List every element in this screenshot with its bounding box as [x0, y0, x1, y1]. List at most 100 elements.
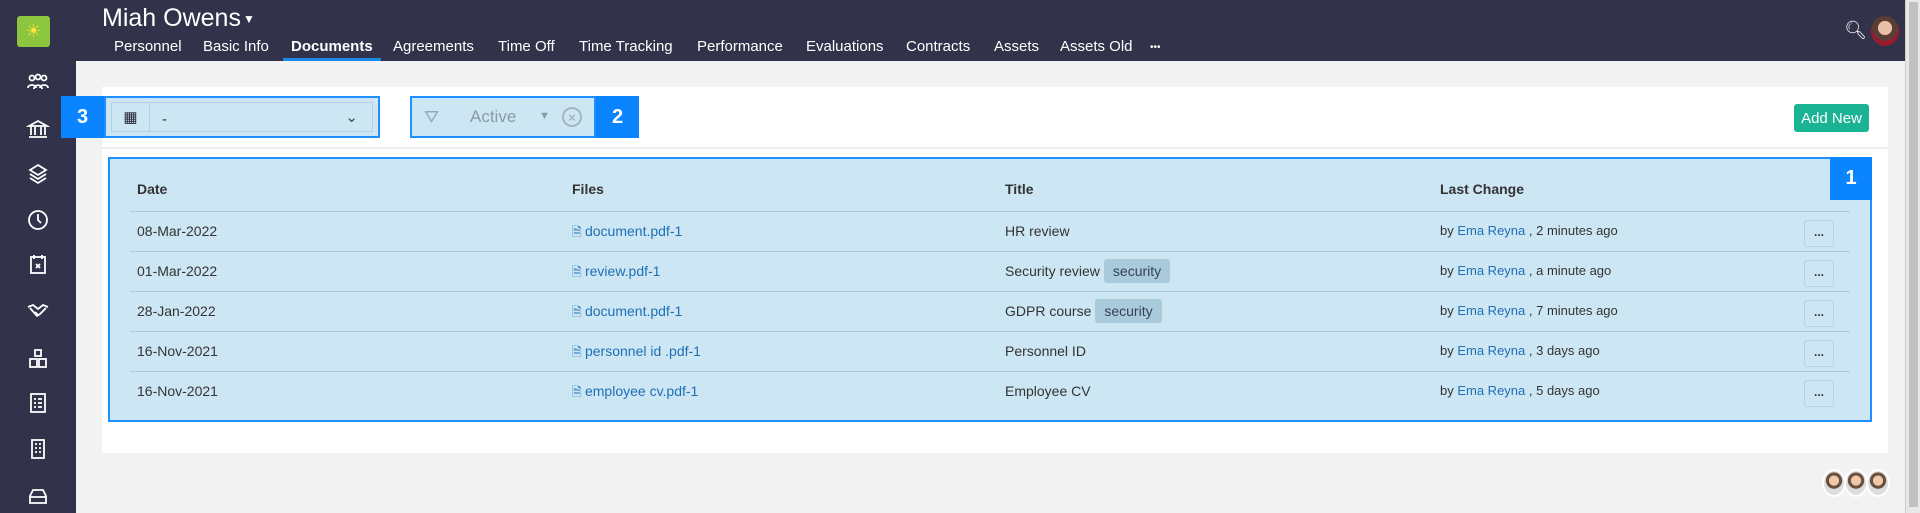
scrollbar-thumb[interactable]: [1909, 2, 1918, 507]
pdf-file-icon: 🗎︎: [572, 385, 585, 399]
file-link[interactable]: 🗎︎ employee cv.pdf-1: [572, 383, 698, 404]
by-text: by: [1440, 383, 1458, 398]
tab-contracts[interactable]: Contracts: [906, 38, 970, 61]
date-cell: 01-Mar-2022: [137, 263, 218, 279]
pdf-file-icon: 🗎︎: [572, 345, 585, 359]
caret-down-icon: ▼: [242, 12, 255, 27]
tag-badge: security: [1095, 299, 1162, 323]
avatar[interactable]: [1822, 469, 1846, 497]
file-link[interactable]: 🗎︎ document.pdf-1: [572, 303, 682, 324]
clear-filter-icon[interactable]: ×: [562, 107, 582, 127]
column-header-date[interactable]: Date: [137, 181, 167, 197]
inbox-icon[interactable]: [22, 482, 54, 510]
column-header-files[interactable]: Files: [572, 181, 604, 197]
bank-icon[interactable]: [22, 115, 54, 143]
clock-icon[interactable]: [22, 206, 54, 234]
scrollbar[interactable]: [1905, 0, 1920, 513]
row-actions-button[interactable]: ...: [1804, 300, 1834, 327]
title-text: Personnel ID: [1005, 343, 1086, 359]
title-text: GDPR course: [1005, 303, 1092, 319]
file-link[interactable]: 🗎︎ personnel id .pdf-1: [572, 343, 701, 364]
online-users[interactable]: [1822, 469, 1890, 497]
file-name: review.pdf-1: [584, 263, 661, 279]
row-actions-button[interactable]: ...: [1804, 220, 1834, 247]
divider: [102, 147, 1888, 149]
by-text: by: [1440, 263, 1458, 278]
file-name: document.pdf-1: [584, 303, 683, 319]
status-filter-value: Active: [470, 107, 517, 126]
annotation-label-2: 2: [596, 96, 639, 138]
by-text: by: [1440, 343, 1458, 358]
tab-assets[interactable]: Assets: [994, 38, 1039, 61]
date-cell: 16-Nov-2021: [137, 383, 218, 399]
handshake-icon[interactable]: [22, 297, 54, 325]
last-change-cell: by Ema Reyna , 7 minutes ago: [1440, 303, 1618, 318]
view-select-value: -: [162, 111, 167, 128]
table-row: 01-Mar-2022 🗎︎ review.pdf-1 Security rev…: [130, 251, 1850, 291]
file-name: document.pdf-1: [584, 223, 683, 239]
employee-name-dropdown[interactable]: Miah Owens ▼: [102, 4, 255, 33]
date-cell: 08-Mar-2022: [137, 223, 218, 239]
by-text: by: [1440, 303, 1458, 318]
date-cell: 16-Nov-2021: [137, 343, 218, 359]
column-header-title[interactable]: Title: [1005, 181, 1034, 197]
file-link[interactable]: 🗎︎ document.pdf-1: [572, 223, 682, 244]
status-filter[interactable]: ⛛ Active ▼ ×: [410, 96, 596, 138]
table-row: 08-Mar-2022 🗎︎ document.pdf-1 HR review …: [130, 211, 1850, 251]
filter-icon: ⛛: [424, 107, 440, 127]
boxes-icon[interactable]: [22, 345, 54, 373]
tab-time-off[interactable]: Time Off: [498, 38, 555, 61]
column-header-last-change[interactable]: Last Change: [1440, 181, 1524, 197]
title-cell: Employee CV: [1005, 383, 1091, 399]
annotation-label-1: 1: [1830, 157, 1872, 200]
file-name: personnel id .pdf-1: [584, 343, 701, 359]
file-name: employee cv.pdf-1: [584, 383, 699, 399]
pdf-file-icon: 🗎︎: [572, 265, 585, 279]
employee-name: Miah Owens: [102, 4, 241, 32]
user-link[interactable]: Ema Reyna: [1457, 223, 1525, 238]
add-new-button[interactable]: Add New: [1794, 104, 1869, 132]
table-row: 16-Nov-2021 🗎︎ employee cv.pdf-1 Employe…: [130, 371, 1850, 411]
avatar[interactable]: [1844, 469, 1868, 497]
search-icon[interactable]: 🔍︎: [1844, 20, 1867, 41]
time-ago: , 3 days ago: [1525, 343, 1600, 358]
view-select[interactable]: ▦ - ⌄: [104, 96, 380, 138]
title-cell: HR review: [1005, 223, 1070, 239]
title-cell: Personnel ID: [1005, 343, 1086, 359]
tab-basic-info[interactable]: Basic Info: [203, 38, 269, 61]
layers-icon[interactable]: [22, 160, 54, 188]
table-icon: ▦: [112, 103, 150, 131]
pdf-file-icon: 🗎︎: [572, 305, 585, 319]
app-logo[interactable]: ☀: [17, 16, 50, 47]
user-link[interactable]: Ema Reyna: [1457, 343, 1525, 358]
tab-performance[interactable]: Performance: [697, 38, 783, 61]
sidebar: ☀: [0, 0, 76, 513]
pdf-file-icon: 🗎︎: [572, 225, 585, 239]
row-actions-button[interactable]: ...: [1804, 380, 1834, 407]
calendar-x-icon[interactable]: [22, 250, 54, 278]
tab-time-tracking[interactable]: Time Tracking: [579, 38, 673, 61]
by-text: by: [1440, 223, 1458, 238]
tab-personnel[interactable]: Personnel: [114, 38, 182, 61]
row-actions-button[interactable]: ...: [1804, 340, 1834, 367]
tab-assets-old[interactable]: Assets Old: [1060, 38, 1133, 61]
checklist-icon[interactable]: [22, 389, 54, 417]
time-ago: , 7 minutes ago: [1525, 303, 1618, 318]
chevron-down-icon: ⌄: [345, 109, 358, 126]
user-link[interactable]: Ema Reyna: [1457, 303, 1525, 318]
table-row: 16-Nov-2021 🗎︎ personnel id .pdf-1 Perso…: [130, 331, 1850, 371]
tab-evaluations[interactable]: Evaluations: [806, 38, 884, 61]
user-link[interactable]: Ema Reyna: [1457, 383, 1525, 398]
people-icon[interactable]: [22, 68, 54, 96]
more-tabs-button[interactable]: •••: [1150, 42, 1161, 65]
tab-agreements[interactable]: Agreements: [393, 38, 474, 61]
user-avatar[interactable]: [1871, 16, 1899, 46]
last-change-cell: by Ema Reyna , 5 days ago: [1440, 383, 1600, 398]
tab-documents[interactable]: Documents: [283, 38, 381, 61]
building-icon[interactable]: [22, 435, 54, 463]
user-link[interactable]: Ema Reyna: [1457, 263, 1525, 278]
avatar[interactable]: [1866, 469, 1890, 497]
file-link[interactable]: 🗎︎ review.pdf-1: [572, 263, 660, 284]
title-text: HR review: [1005, 223, 1070, 239]
row-actions-button[interactable]: ...: [1804, 260, 1834, 287]
